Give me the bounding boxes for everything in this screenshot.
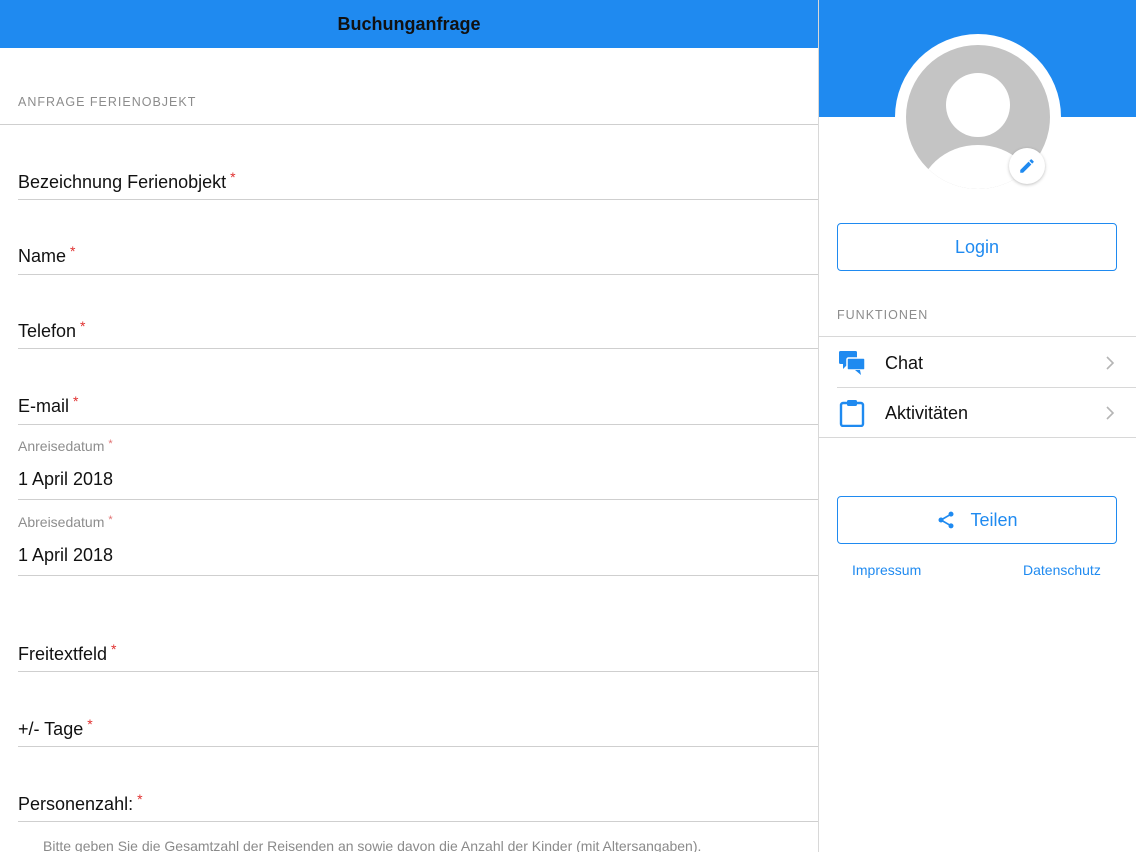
divider — [18, 671, 818, 672]
page-title: Buchunganfrage — [337, 13, 481, 34]
anreise-label-text: Anreisedatum — [18, 438, 105, 454]
chat-icon — [839, 351, 866, 375]
required-mark: * — [111, 641, 117, 657]
required-mark: * — [108, 514, 113, 526]
share-icon — [938, 511, 954, 529]
field-tage-label: +/- Tage — [18, 719, 84, 739]
chevron-right-icon — [1106, 406, 1115, 420]
divider — [18, 746, 818, 747]
field-freitext-label: Freitextfeld — [18, 644, 108, 664]
field-telefon[interactable]: Telefon * — [18, 318, 86, 342]
field-personen[interactable]: Personenzahl: * — [18, 791, 143, 815]
divider — [18, 348, 818, 349]
login-button[interactable]: Login — [837, 223, 1117, 271]
abreise-label-text: Abreisedatum — [18, 514, 105, 530]
impressum-link[interactable]: Impressum — [852, 562, 921, 578]
divider — [18, 424, 818, 425]
field-bezeichnung[interactable]: Bezeichnung Ferienobjekt * — [18, 169, 236, 193]
menu-item-aktivitaeten-label: Aktivitäten — [885, 402, 969, 423]
abreise-date-field[interactable]: 1 April 2018 — [18, 545, 113, 566]
share-button-label: Teilen — [970, 509, 1018, 530]
required-mark: * — [70, 243, 76, 259]
datenschutz-link[interactable]: Datenschutz — [1023, 562, 1101, 578]
field-tage[interactable]: +/- Tage * — [18, 716, 93, 740]
clipboard-icon — [839, 400, 865, 427]
anreise-label: Anreisedatum * — [18, 438, 113, 454]
divider — [18, 499, 818, 500]
divider — [18, 575, 818, 576]
required-mark: * — [108, 438, 113, 450]
divider — [18, 274, 818, 275]
abreise-label: Abreisedatum * — [18, 514, 113, 530]
divider — [0, 124, 818, 125]
anreise-date-field[interactable]: 1 April 2018 — [18, 469, 113, 490]
field-bezeichnung-label: Bezeichnung Ferienobjekt — [18, 172, 227, 192]
divider — [18, 821, 818, 822]
menu-item-chat-label: Chat — [885, 352, 924, 373]
field-telefon-label: Telefon — [18, 321, 77, 341]
menu-item-aktivitaeten[interactable]: Aktivitäten — [819, 388, 1136, 438]
required-mark: * — [87, 716, 93, 732]
section-header-anfrage: ANFRAGE FERIENOBJEKT — [18, 95, 197, 109]
personen-hint: Bitte geben Sie die Gesamtzahl der Reise… — [43, 838, 702, 852]
divider — [819, 437, 1136, 438]
avatar-head-shape — [946, 73, 1010, 137]
required-mark: * — [73, 393, 79, 409]
edit-avatar-button[interactable] — [1009, 148, 1045, 184]
field-name-label: Name — [18, 246, 67, 266]
menu-item-chat[interactable]: Chat — [819, 338, 1136, 388]
pencil-icon — [1020, 159, 1034, 173]
required-mark: * — [230, 169, 236, 185]
divider — [819, 336, 1136, 337]
share-button[interactable]: Teilen — [837, 496, 1117, 544]
field-freitext[interactable]: Freitextfeld * — [18, 641, 117, 665]
chevron-right-icon — [1106, 356, 1115, 370]
field-name[interactable]: Name * — [18, 243, 75, 267]
section-header-funktionen: FUNKTIONEN — [837, 308, 929, 322]
field-email-label: E-mail — [18, 396, 70, 416]
field-personen-label: Personenzahl: — [18, 794, 134, 814]
top-bar: Buchunganfrage — [0, 0, 818, 48]
booking-form: Buchunganfrage ANFRAGE FERIENOBJEKT Beze… — [0, 0, 818, 852]
side-panel: Login FUNKTIONEN Chat Aktivitäten Teilen… — [818, 0, 1136, 852]
required-mark: * — [137, 791, 143, 807]
field-email[interactable]: E-mail * — [18, 393, 78, 417]
required-mark: * — [80, 318, 86, 334]
divider — [18, 199, 818, 200]
